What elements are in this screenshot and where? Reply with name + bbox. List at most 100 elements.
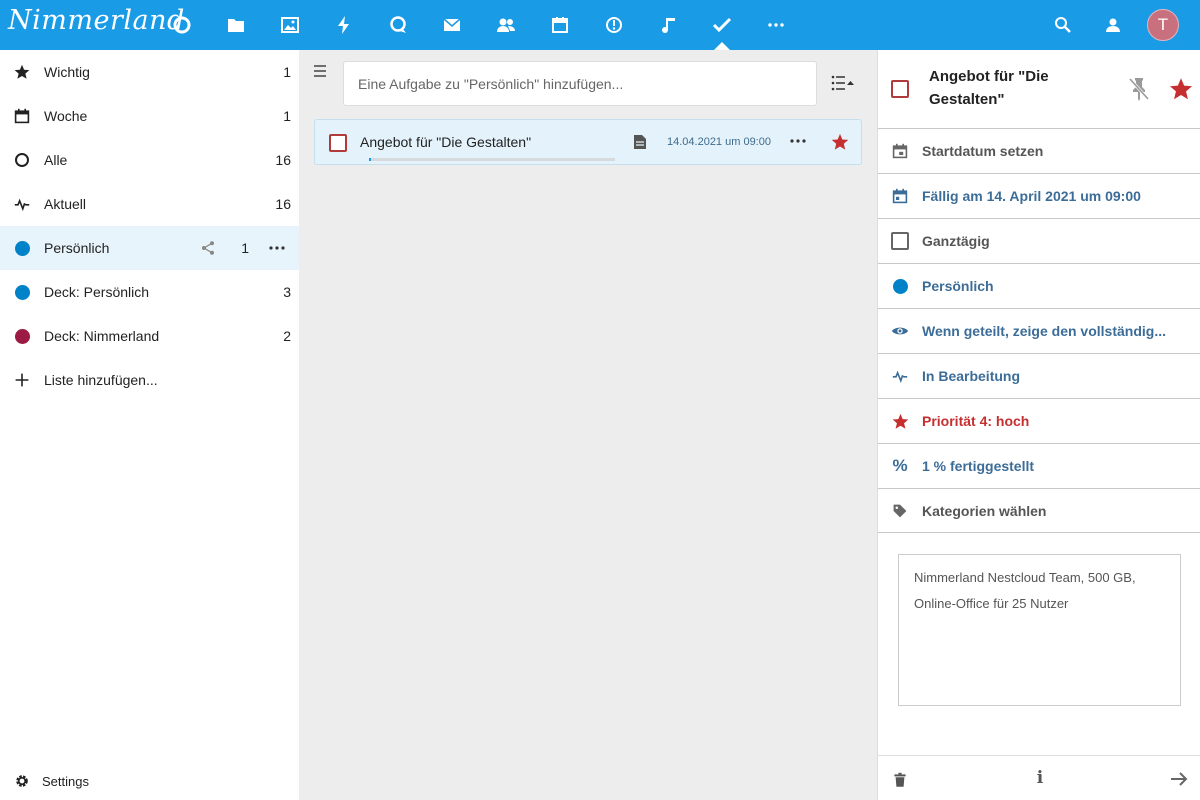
all-day-field[interactable]: Ganztägig — [878, 218, 1200, 263]
sidebar-item-label: Woche — [44, 108, 88, 124]
categories-field[interactable]: Kategorien wählen — [878, 488, 1200, 533]
eye-icon — [891, 322, 909, 340]
sidebar-item-woche[interactable]: Woche 1 — [0, 94, 299, 138]
photos-icon[interactable] — [275, 10, 305, 40]
calendar-week-icon — [14, 108, 30, 124]
priority-label: Priorität 4: hoch — [922, 413, 1030, 429]
task-details-panel: Angebot für "Die Gestalten" Startdatum s… — [877, 50, 1200, 800]
sidebar-item-count: 1 — [241, 240, 249, 256]
sidebar-item-aktuell[interactable]: Aktuell 16 — [0, 182, 299, 226]
files-icon[interactable] — [221, 10, 251, 40]
sidebar-item-count: 1 — [283, 108, 291, 124]
checkbox-icon[interactable] — [891, 232, 909, 250]
dashboard-icon[interactable] — [167, 10, 197, 40]
task-due-date: 14.04.2021 um 09:00 — [667, 136, 771, 148]
list-dot-icon — [14, 284, 30, 300]
note-icon — [634, 135, 646, 149]
deck-icon[interactable] — [599, 10, 629, 40]
due-date-label: Fällig am 14. April 2021 um 09:00 — [922, 188, 1141, 204]
calendar-start-icon — [891, 142, 909, 160]
activity-icon[interactable] — [329, 10, 359, 40]
sidebar-item-count: 16 — [275, 152, 291, 168]
add-list-button[interactable]: Liste hinzufügen... — [0, 358, 299, 402]
contacts-menu-icon[interactable] — [1098, 10, 1128, 40]
list-dot-icon — [14, 328, 30, 344]
star-icon — [891, 412, 909, 430]
pulse-icon — [891, 367, 909, 385]
more-options-icon[interactable] — [267, 238, 287, 258]
visibility-label: Wenn geteilt, zeige den vollständig... — [922, 323, 1166, 339]
due-date-field[interactable]: Fällig am 14. April 2021 um 09:00 — [878, 173, 1200, 218]
talk-icon[interactable] — [383, 10, 413, 40]
priority-field[interactable]: Priorität 4: hoch — [878, 398, 1200, 443]
sidebar-item-count: 2 — [283, 328, 291, 344]
list-label: Persönlich — [922, 278, 994, 294]
sidebar-item-label: Aktuell — [44, 196, 87, 212]
list-dot-icon — [14, 240, 30, 256]
settings-button[interactable]: Settings — [0, 768, 299, 798]
progress-label: 1 % fertiggestellt — [922, 458, 1035, 474]
star-icon — [14, 64, 30, 80]
search-icon[interactable] — [1048, 10, 1078, 40]
details-footer: i — [878, 755, 1200, 800]
close-details-arrow-icon[interactable] — [1169, 770, 1189, 788]
note-line: Nimmerland Nestcloud Team, 500 GB, — [914, 570, 1136, 585]
percent-icon: % — [892, 456, 908, 475]
task-more-icon[interactable] — [788, 131, 808, 151]
new-task-input[interactable] — [343, 61, 817, 106]
calendar-due-icon — [891, 187, 909, 205]
sidebar-item-label: Deck: Persönlich — [44, 284, 150, 300]
sidebar-item-label: Wichtig — [44, 64, 90, 80]
task-checkbox[interactable] — [329, 134, 347, 152]
task-row[interactable]: Angebot für "Die Gestalten" 14.04.2021 u… — [314, 119, 862, 165]
sidebar-item-label: Persönlich — [44, 240, 110, 256]
task-progress-bar — [369, 158, 615, 161]
tasks-icon[interactable] — [707, 10, 737, 40]
status-label: In Bearbeitung — [922, 368, 1021, 384]
task-list-panel: Angebot für "Die Gestalten" 14.04.2021 u… — [299, 50, 877, 800]
trash-icon[interactable] — [892, 772, 908, 788]
sidebar-item-label: Liste hinzufügen... — [44, 372, 158, 388]
info-icon[interactable]: i — [1033, 768, 1047, 788]
note-line: Online-Office für 25 Nutzer — [914, 596, 1069, 611]
detail-task-checkbox[interactable] — [891, 80, 909, 98]
settings-label: Settings — [42, 774, 89, 789]
sidebar-item-label: Alle — [44, 152, 68, 168]
sort-icon[interactable] — [831, 74, 855, 92]
list-dot-icon — [891, 277, 909, 295]
plus-icon — [14, 372, 30, 388]
star-icon[interactable] — [831, 133, 849, 151]
list-field[interactable]: Persönlich — [878, 263, 1200, 308]
circle-outline-icon — [14, 152, 30, 168]
share-icon[interactable] — [200, 240, 216, 256]
task-note-textarea[interactable]: Nimmerland Nestcloud Team, 500 GB, Onlin… — [898, 554, 1181, 706]
sidebar-item-count: 3 — [283, 284, 291, 300]
calendar-icon[interactable] — [545, 10, 575, 40]
mail-icon[interactable] — [437, 10, 467, 40]
more-apps-icon[interactable] — [761, 10, 791, 40]
music-icon[interactable] — [653, 10, 683, 40]
top-bar: Nimmerland T — [0, 0, 1200, 50]
status-field[interactable]: In Bearbeitung — [878, 353, 1200, 398]
hamburger-icon[interactable] — [313, 64, 327, 78]
star-icon[interactable] — [1169, 77, 1193, 101]
sidebar-item-count: 1 — [283, 64, 291, 80]
sidebar-item-alle[interactable]: Alle 16 — [0, 138, 299, 182]
detail-task-title[interactable]: Angebot für "Die Gestalten" — [929, 65, 1104, 111]
contacts-icon[interactable] — [491, 10, 521, 40]
sidebar-item-wichtig[interactable]: Wichtig 1 — [0, 50, 299, 94]
sidebar-item-persoenlich[interactable]: Persönlich 1 — [0, 226, 299, 270]
start-date-field[interactable]: Startdatum setzen — [878, 128, 1200, 173]
sidebar: Wichtig 1 Woche 1 Alle 16 Aktuell 16 Per… — [0, 50, 299, 800]
sidebar-item-label: Deck: Nimmerland — [44, 328, 160, 344]
categories-label: Kategorien wählen — [922, 502, 1047, 519]
progress-field[interactable]: % 1 % fertiggestellt — [878, 443, 1200, 488]
pin-off-icon[interactable] — [1128, 76, 1150, 102]
avatar[interactable]: T — [1147, 9, 1179, 41]
start-date-label: Startdatum setzen — [922, 143, 1044, 159]
sidebar-item-count: 16 — [275, 196, 291, 212]
visibility-field[interactable]: Wenn geteilt, zeige den vollständig... — [878, 308, 1200, 353]
sidebar-item-deck-nimmerland[interactable]: Deck: Nimmerland 2 — [0, 314, 299, 358]
logo[interactable]: Nimmerland — [8, 5, 185, 36]
sidebar-item-deck-persoenlich[interactable]: Deck: Persönlich 3 — [0, 270, 299, 314]
